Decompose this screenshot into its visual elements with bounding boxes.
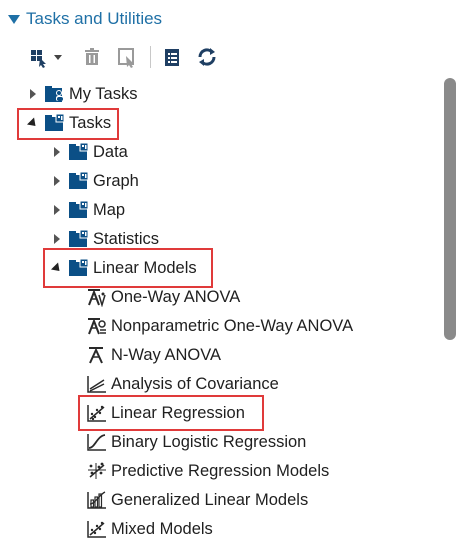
tree-item-nonparametric-anova[interactable]: Nonparametric One-Way ANOVA (86, 312, 353, 340)
anova-icon (86, 287, 108, 307)
tree-item-label: Analysis of Covariance (111, 374, 279, 393)
tree-item-label: Predictive Regression Models (111, 461, 330, 480)
tree-item-predictive-regression-models[interactable]: Predictive Regression Models (86, 457, 329, 485)
scatter-regression-icon (86, 461, 108, 481)
covariance-icon (86, 374, 108, 394)
folder-tasks-icon (44, 113, 66, 133)
edit-pointer-icon (118, 48, 134, 68)
tree-item-map[interactable]: Map (50, 196, 125, 224)
folder-tasks-icon (68, 171, 90, 191)
list-icon (165, 49, 179, 66)
expand-arrow-icon[interactable] (26, 87, 40, 101)
nonparametric-anova-icon (86, 316, 108, 336)
folder-tasks-icon (68, 229, 90, 249)
expand-arrow-icon[interactable] (50, 174, 64, 188)
panel-title: Tasks and Utilities (26, 9, 163, 28)
tree-item-analysis-of-covariance[interactable]: Analysis of Covariance (86, 370, 279, 398)
nway-anova-icon (86, 345, 108, 365)
tree-item-label: Map (93, 200, 126, 219)
vertical-scrollbar[interactable] (444, 78, 456, 340)
delete-button[interactable] (80, 42, 104, 72)
collapse-caret-icon[interactable] (8, 15, 20, 24)
glm-icon (86, 490, 108, 510)
tree-item-linear-regression[interactable]: Linear Regression (86, 399, 245, 427)
tasks-utilities-header[interactable]: Tasks and Utilities (0, 0, 474, 40)
tree-item-data[interactable]: Data (50, 138, 128, 166)
tree-item-label: One-Way ANOVA (111, 287, 241, 306)
trash-icon (85, 48, 99, 65)
tree-item-label: My Tasks (69, 84, 138, 103)
tree-item-label: Graph (93, 171, 139, 190)
refresh-button[interactable] (194, 42, 220, 72)
new-task-dropdown-button[interactable] (26, 42, 66, 72)
tasks-dropdown-icon (31, 50, 62, 68)
folder-user-icon (44, 84, 66, 104)
expand-arrow-icon[interactable] (50, 203, 64, 217)
tree-item-label: N-Way ANOVA (111, 345, 222, 364)
tree-item-label: Mixed Models (111, 519, 213, 538)
tree-item-tasks[interactable]: Tasks (26, 109, 111, 137)
tree-item-label: Generalized Linear Models (111, 490, 309, 509)
logistic-curve-icon (86, 432, 108, 452)
tree-item-statistics[interactable]: Statistics (50, 225, 159, 253)
collapse-arrow-icon[interactable] (50, 261, 64, 275)
tree-item-my-tasks[interactable]: My Tasks (26, 80, 137, 108)
tree-item-one-way-anova[interactable]: One-Way ANOVA (86, 283, 240, 311)
folder-tasks-icon (68, 258, 90, 278)
folder-tasks-icon (68, 142, 90, 162)
tree-item-n-way-anova[interactable]: N-Way ANOVA (86, 341, 221, 369)
tree-item-graph[interactable]: Graph (50, 167, 139, 195)
scatter-regression-icon (86, 403, 108, 423)
tree-item-label: Linear Models (93, 258, 197, 277)
tree-item-label: Nonparametric One-Way ANOVA (111, 316, 354, 335)
tree-item-label: Binary Logistic Regression (111, 432, 307, 451)
tree-item-label: Linear Regression (111, 403, 245, 422)
tree-item-label: Tasks (69, 113, 112, 132)
list-view-button[interactable] (160, 42, 184, 72)
tree-item-linear-models[interactable]: Linear Models (50, 254, 197, 282)
refresh-icon (198, 48, 216, 66)
toolbar (0, 42, 474, 76)
tree-item-mixed-models[interactable]: Mixed Models (86, 515, 213, 543)
expand-arrow-icon[interactable] (50, 145, 64, 159)
expand-arrow-icon[interactable] (50, 232, 64, 246)
tree-item-generalized-linear-models[interactable]: Generalized Linear Models (86, 486, 308, 514)
task-tree: My Tasks Tasks Data Graph Map Statistics… (0, 78, 440, 545)
tree-item-binary-logistic-regression[interactable]: Binary Logistic Regression (86, 428, 306, 456)
collapse-arrow-icon[interactable] (26, 116, 40, 130)
folder-tasks-icon (68, 200, 90, 220)
tree-item-label: Statistics (93, 229, 160, 248)
properties-button[interactable] (114, 42, 140, 72)
scatter-regression-icon (86, 519, 108, 539)
tree-item-label: Data (93, 142, 128, 161)
